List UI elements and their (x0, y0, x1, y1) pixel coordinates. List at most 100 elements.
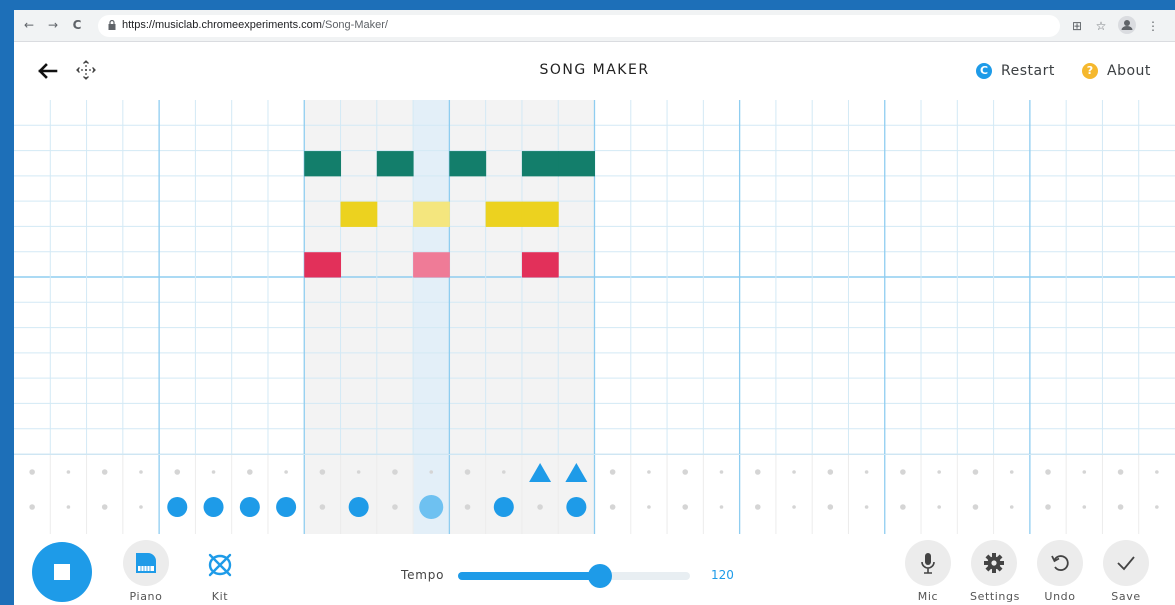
rhythm-dot (864, 505, 869, 509)
restart-icon: C (976, 63, 992, 79)
rhythm-dot (647, 505, 651, 509)
rhythm-dot (754, 469, 761, 475)
undo-icon-circle (1037, 540, 1083, 586)
address-bar[interactable]: https://musiclab.chromeexperiments.com/S… (98, 15, 1060, 37)
rhythm-circle (566, 497, 587, 517)
profile-icon (1118, 16, 1136, 34)
tempo-slider-thumb[interactable] (587, 564, 612, 588)
about-label: About (1107, 63, 1151, 79)
about-button[interactable]: ? About (1082, 60, 1151, 82)
piano-icon (136, 553, 156, 573)
melody-note (413, 201, 450, 227)
rhythm-circle (419, 495, 444, 519)
rhythm-dot (392, 469, 398, 475)
shaded-column (376, 455, 414, 535)
kit-label: Kit (211, 590, 229, 603)
rhythm-grid-canvas[interactable] (14, 455, 1175, 535)
melody-note (340, 201, 378, 227)
browser-forward-button[interactable]: → (44, 16, 62, 34)
rhythm-dot (1082, 505, 1087, 509)
kit-instrument-button[interactable]: Kit (196, 540, 244, 603)
tempo-slider[interactable] (458, 564, 690, 588)
melody-note (558, 151, 595, 177)
rhythm-dot (647, 470, 651, 474)
undo-button[interactable]: Undo (1036, 540, 1084, 603)
rhythm-dot (139, 505, 143, 509)
rhythm-dot (1009, 505, 1014, 509)
url-text: https://musiclab.chromeexperiments.com/S… (122, 19, 388, 31)
gear-icon (984, 553, 1004, 573)
rhythm-circle (493, 497, 514, 517)
melody-note (521, 252, 559, 278)
browser-menu-icon[interactable]: ⋮ (1144, 17, 1162, 35)
rhythm-dot (972, 504, 979, 510)
browser-reload-button[interactable]: C (68, 16, 86, 34)
save-label: Save (1111, 590, 1141, 603)
about-icon: ? (1082, 63, 1098, 79)
rhythm-dot (827, 504, 834, 510)
app-header: SONG MAKER C Restart ? About (14, 42, 1175, 100)
undo-icon (1051, 555, 1069, 571)
melody-note (304, 252, 342, 278)
rhythm-dot (1117, 469, 1124, 475)
url-path: /Song-Maker/ (321, 19, 388, 31)
tempo-value: 120 (711, 568, 734, 582)
rhythm-dot (864, 470, 869, 474)
undo-label: Undo (1044, 590, 1076, 603)
melody-grid[interactable] (14, 100, 1175, 454)
browser-back-button[interactable]: ← (20, 16, 38, 34)
rhythm-dot (319, 469, 326, 475)
shaded-column (449, 455, 486, 535)
kit-icon-circle (197, 540, 243, 586)
browser-toolbar: ← → C https://musiclab.chromeexperiments… (14, 10, 1175, 42)
shaded-column (340, 455, 377, 535)
rhythm-dot (1155, 470, 1159, 474)
tempo-slider-fill (458, 572, 600, 580)
rhythm-dot (319, 504, 326, 510)
profile-avatar[interactable] (1118, 16, 1136, 34)
rhythm-dot (827, 469, 834, 475)
qr-code-icon[interactable]: ⊞ (1068, 17, 1086, 35)
rhythm-dot (29, 469, 35, 475)
rhythm-dot (972, 469, 979, 475)
piano-label: Piano (129, 590, 163, 603)
rhythm-dot (900, 504, 906, 510)
melody-note (449, 151, 487, 177)
checkmark-icon (1117, 556, 1135, 571)
rhythm-dot (464, 469, 471, 475)
stop-button[interactable] (32, 542, 92, 602)
settings-button[interactable]: Settings (970, 540, 1020, 603)
lock-icon (108, 20, 116, 30)
rhythm-dot (792, 470, 796, 474)
mic-button[interactable]: Mic (904, 540, 952, 603)
rhythm-dot (464, 504, 471, 510)
rhythm-grid[interactable] (14, 454, 1175, 535)
save-icon-circle (1103, 540, 1149, 586)
url-host: https://musiclab.chromeexperiments.com (122, 19, 322, 31)
rhythm-dot (937, 470, 941, 474)
rhythm-dot (682, 504, 689, 510)
restart-button[interactable]: C Restart (976, 60, 1055, 82)
rhythm-circle (276, 497, 297, 517)
stop-icon (54, 564, 70, 580)
settings-label: Settings (970, 590, 1020, 603)
rhythm-dot (609, 469, 616, 475)
rhythm-dot (211, 470, 216, 474)
rhythm-dot (937, 505, 941, 509)
melody-note (521, 201, 559, 227)
save-button[interactable]: Save (1102, 540, 1150, 603)
bookmark-star-icon[interactable]: ☆ (1092, 17, 1110, 35)
melody-note (304, 151, 342, 177)
melody-note (485, 201, 523, 227)
mic-label: Mic (917, 590, 939, 603)
rhythm-dot (392, 504, 398, 510)
melody-note (521, 151, 559, 177)
rhythm-dot (1117, 504, 1124, 510)
melody-grid-canvas[interactable] (14, 100, 1175, 454)
rhythm-dot (609, 504, 616, 510)
rhythm-dot (429, 470, 434, 474)
rhythm-dot (754, 504, 761, 510)
piano-instrument-button[interactable]: Piano (122, 540, 170, 603)
mic-icon (921, 553, 935, 574)
rhythm-dot (719, 470, 724, 474)
